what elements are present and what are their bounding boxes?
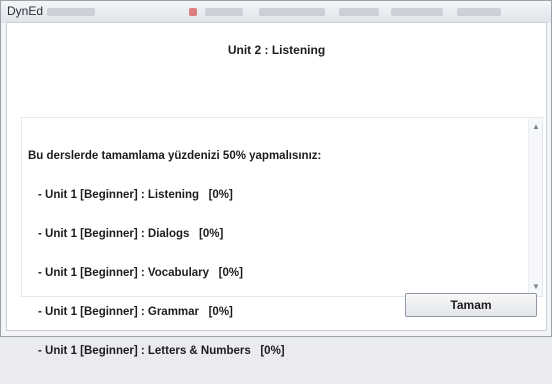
blurred-toolbar-item: [47, 8, 95, 16]
window-title: DynEd: [7, 4, 44, 18]
list-item: - Unit 1 [Beginner] : Listening [0%]: [38, 189, 233, 201]
blurred-toolbar-item: [391, 8, 443, 16]
list-item: - Unit 1 [Beginner] : Vocabulary [0%]: [38, 267, 243, 279]
blurred-toolbar-icon: [189, 8, 197, 16]
message-box: Bu derslerde tamamlama yüzdenizi 50% yap…: [21, 117, 543, 357]
message-text: Bu derslerde tamamlama yüzdenizi 50% yap…: [28, 124, 321, 384]
message-intro: Bu derslerde tamamlama yüzdenizi 50% yap…: [28, 150, 322, 162]
app-window: DynEd Unit 2 : Listening Bu derslerde ta…: [0, 0, 552, 357]
list-item: - Unit 1 [Beginner] : Grammar [0%]: [38, 306, 233, 318]
blurred-toolbar-item: [339, 8, 379, 16]
ok-button[interactable]: Tamam: [405, 293, 537, 317]
scroll-down-icon[interactable]: ▼: [529, 280, 543, 294]
list-item: - Unit 1 [Beginner] : Letters & Numbers …: [38, 345, 285, 357]
dialog-header: Unit 2 : Listening: [227, 43, 326, 57]
title-bar: DynEd: [1, 1, 551, 23]
message-dialog: Unit 2 : Listening Bu derslerde tamamlam…: [6, 22, 547, 357]
vertical-scrollbar[interactable]: ▲ ▼: [528, 118, 542, 296]
blurred-toolbar-item: [259, 8, 325, 16]
scroll-up-icon[interactable]: ▲: [529, 120, 543, 134]
blurred-toolbar-item: [457, 8, 501, 16]
list-item: - Unit 1 [Beginner] : Dialogs [0%]: [38, 228, 224, 240]
blurred-toolbar-item: [205, 8, 243, 16]
